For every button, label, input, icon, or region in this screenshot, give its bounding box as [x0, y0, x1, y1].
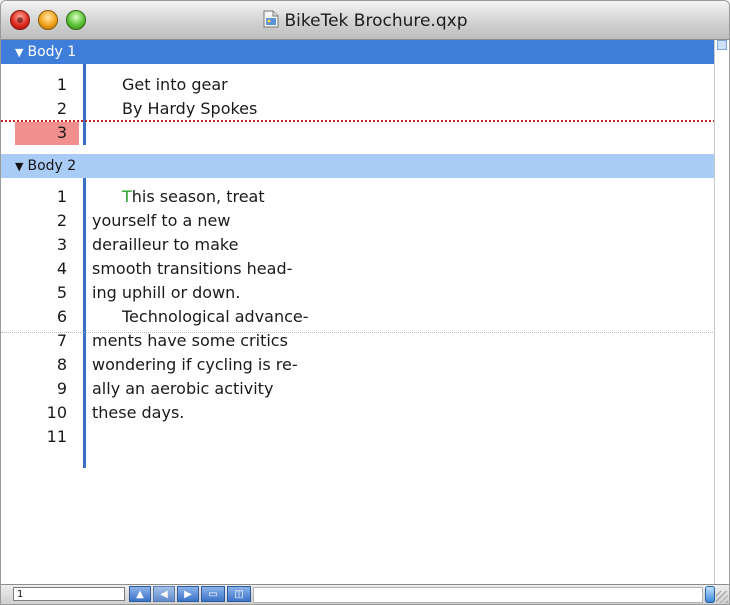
line-number: 2: [56, 211, 67, 230]
line-text[interactable]: This season, treat: [122, 185, 265, 209]
text-line[interactable]: 1 This season, treat: [1, 185, 715, 209]
text-line[interactable]: 3: [1, 121, 715, 145]
section-label: Body 2: [27, 158, 77, 174]
split-vertical-icon[interactable]: ◫: [227, 586, 251, 602]
text-line[interactable]: 8 wondering if cycling is re-: [1, 353, 715, 377]
line-number: 7: [56, 331, 67, 350]
line-text[interactable]: ally an aerobic activity: [92, 377, 273, 401]
text-line[interactable]: 7 ments have some critics: [1, 329, 715, 353]
bottom-toolbar: 1 ▲ ◀ ▶ ▭ ◫: [1, 584, 729, 604]
line-number: 10: [46, 403, 67, 422]
disclosure-triangle-icon[interactable]: ▼: [15, 160, 23, 173]
text-line[interactable]: 9 ally an aerobic activity: [1, 377, 715, 401]
section-header-body-2[interactable]: ▼ Body 2: [1, 154, 715, 178]
line-text[interactable]: By Hardy Spokes: [122, 97, 257, 121]
line-text[interactable]: wondering if cycling is re-: [92, 353, 298, 377]
line-text[interactable]: smooth transitions head-: [92, 257, 292, 281]
disclosure-triangle-icon[interactable]: ▼: [15, 46, 23, 59]
line-number: 2: [56, 99, 67, 118]
text-line[interactable]: 4 smooth transitions head-: [1, 257, 715, 281]
line-number: 3: [56, 123, 67, 142]
window-title-container: BikeTek Brochure.qxp: [1, 10, 729, 31]
scroll-knob[interactable]: [717, 40, 727, 50]
line-number: 3: [56, 235, 67, 254]
section-label: Body 1: [27, 44, 77, 60]
section-header-body-1[interactable]: ▼ Body 1: [1, 40, 715, 64]
line-text[interactable]: Technological advance-: [122, 305, 309, 329]
vertical-scrollbar[interactable]: [714, 40, 729, 585]
first-character-marker: T: [122, 187, 132, 206]
line-number: 4: [56, 259, 67, 278]
line-text[interactable]: ments have some critics: [92, 329, 288, 353]
line-text[interactable]: yourself to a new: [92, 209, 230, 233]
line-number: 5: [56, 283, 67, 302]
text-line[interactable]: 5 ing uphill or down.: [1, 281, 715, 305]
line-number: 1: [56, 187, 67, 206]
horizontal-scroll-knob[interactable]: [705, 586, 715, 603]
resize-grip-icon[interactable]: [716, 591, 728, 603]
split-horizontal-icon[interactable]: ▭: [201, 586, 225, 602]
line-text[interactable]: Get into gear: [122, 73, 228, 97]
line-number: 1: [56, 75, 67, 94]
page-up-icon[interactable]: ▲: [129, 586, 151, 602]
line-number: 11: [46, 427, 67, 446]
scroll-left-icon[interactable]: ◀: [153, 586, 175, 602]
line-text[interactable]: ing uphill or down.: [92, 281, 240, 305]
text-line[interactable]: 10 these days.: [1, 401, 715, 425]
horizontal-scrollbar[interactable]: [253, 587, 703, 603]
line-text-rest: his season, treat: [131, 187, 265, 206]
page-number-field[interactable]: 1: [13, 587, 125, 601]
title-bar[interactable]: BikeTek Brochure.qxp: [1, 1, 729, 40]
text-line[interactable]: 11: [1, 425, 715, 449]
text-line[interactable]: 2 By Hardy Spokes: [1, 97, 715, 121]
story-editor-window: BikeTek Brochure.qxp ▼ Body 1 1 Get into …: [0, 0, 730, 605]
text-line[interactable]: 3 derailleur to make: [1, 233, 715, 257]
document-icon: [263, 10, 279, 28]
line-text[interactable]: these days.: [92, 401, 184, 425]
line-text[interactable]: derailleur to make: [92, 233, 238, 257]
line-number: 8: [56, 355, 67, 374]
overflow-divider: [1, 120, 715, 122]
text-line[interactable]: 6 Technological advance-: [1, 305, 715, 329]
text-line[interactable]: 2 yourself to a new: [1, 209, 715, 233]
line-number: 9: [56, 379, 67, 398]
text-line[interactable]: 1 Get into gear: [1, 73, 715, 97]
scroll-right-icon[interactable]: ▶: [177, 586, 199, 602]
line-number: 6: [56, 307, 67, 326]
window-title: BikeTek Brochure.qxp: [284, 11, 468, 31]
